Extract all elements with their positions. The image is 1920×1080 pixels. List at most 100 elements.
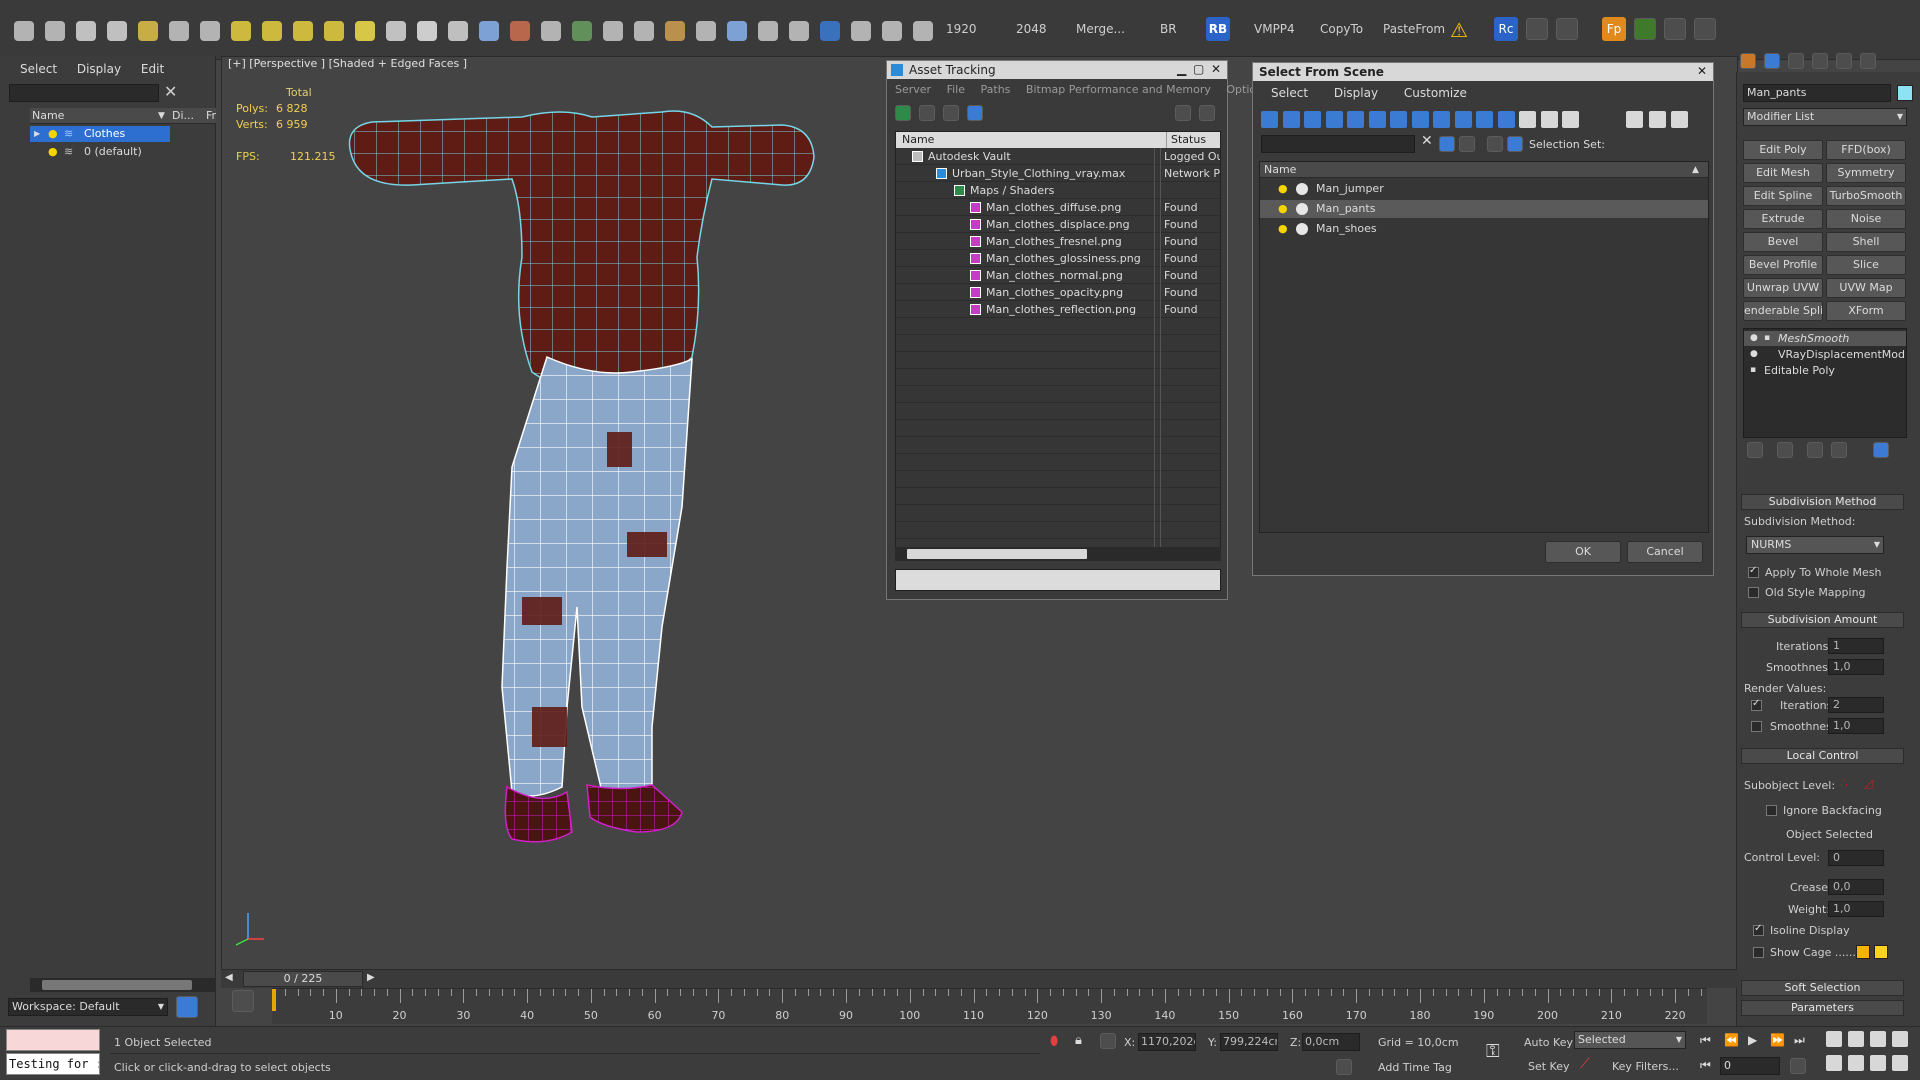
table-row[interactable]: Man_clothes_fresnel.png Found [896,233,1220,250]
tools-icon[interactable] [1526,18,1548,40]
modifier-button[interactable]: Bevel [1743,232,1823,252]
vmpp4-button[interactable]: VMPP4 [1254,22,1295,36]
refresh-icon[interactable] [895,105,911,121]
field-of-view-icon[interactable] [1826,1055,1842,1071]
angle-snap-icon[interactable] [448,21,468,41]
hierarchy-tab-icon[interactable] [1788,53,1804,69]
table-row[interactable]: Man_clothes_normal.png Found [896,267,1220,284]
clear-search-icon[interactable]: ✕ [164,82,177,101]
unlink-icon[interactable] [107,21,127,41]
zoom-all-icon[interactable] [1848,1031,1864,1047]
menu-server[interactable]: Server [895,83,931,96]
list2-icon[interactable] [1694,18,1716,40]
z-coord-field[interactable]: 0,0cm [1302,1033,1360,1051]
modifier-button[interactable]: Edit Spline [1743,186,1823,206]
stack-item-vraydisplacement[interactable]: ● VRayDisplacementMod [1744,347,1906,362]
scene-explorer-hscroll[interactable] [30,978,216,992]
maxscript-listener[interactable] [6,1029,100,1051]
table-row[interactable]: Man_clothes_displace.png Found [896,216,1220,233]
viewport-label[interactable]: [+] [Perspective ] [Shaded + Edged Faces… [228,57,467,70]
x-coord-field[interactable]: 1170,202cı [1138,1033,1196,1051]
menu-display[interactable]: Display [77,62,121,76]
curve-editor-icon[interactable] [232,990,254,1012]
light-bulb-icon[interactable]: ● [1750,347,1758,362]
undo-icon[interactable] [14,21,34,41]
expand-icon[interactable]: ▪ [1764,331,1770,346]
remove-modifier-icon[interactable] [1831,442,1847,458]
scale-icon[interactable] [355,21,375,41]
rb-button[interactable]: RB [1206,17,1230,41]
render-smoothness-checkbox[interactable] [1751,721,1762,732]
tools2-icon[interactable] [1664,18,1686,40]
render-icon[interactable] [851,21,871,41]
scene-item-clothes[interactable]: ▶ ● ≋ Clothes [30,126,170,142]
table-row[interactable]: Man_clothes_diffuse.png Found [896,199,1220,216]
absolute-mode-icon[interactable] [1100,1033,1116,1049]
tree-view-icon[interactable] [943,105,959,121]
zoom-extents-icon[interactable] [1870,1031,1886,1047]
layers-icon[interactable] [1487,136,1503,152]
modifier-button[interactable]: Slice [1826,255,1906,275]
coordinate-display-icon[interactable] [1336,1059,1352,1075]
iterations-spinner[interactable]: 1 [1828,638,1884,654]
next-frame-arrow-icon[interactable]: ▶ [367,972,375,983]
display-bones-icon[interactable] [1433,111,1450,128]
go-to-end-icon[interactable]: ⏭ [1794,1033,1805,1048]
menu-bitmap[interactable]: Bitmap Performance and Memory [1026,83,1211,96]
stack-item-meshsmooth[interactable]: ● ▪ MeshSmooth [1744,331,1906,346]
expand-arrow-icon[interactable]: ▶ [34,126,40,142]
modifier-button[interactable]: enderable Splir [1743,301,1823,321]
list-item[interactable]: ● Man_pants [1260,200,1708,218]
menu-customize[interactable]: Customize [1404,86,1467,100]
schematic-icon[interactable] [727,21,747,41]
y-coord-field[interactable]: 799,224cm [1220,1033,1278,1051]
show-cage-checkbox[interactable] [1753,947,1764,958]
graphite-icon[interactable] [665,21,685,41]
table-row[interactable]: Autodesk Vault Logged Out [896,148,1220,165]
old-style-mapping-checkbox[interactable] [1748,587,1759,598]
light-bulb-icon[interactable]: ● [48,126,58,142]
smoothness-spinner[interactable]: 1,0 [1828,659,1884,675]
pan-icon[interactable] [1848,1055,1864,1071]
trackbar[interactable]: 10 20 30 40 50 60 70 80 90 100 110 120 130 140 150 160 1… [272,988,1707,1024]
set-key-button[interactable]: Set Key [1528,1060,1570,1073]
menu-file[interactable]: File [947,83,965,96]
control-level-spinner[interactable]: 0 [1828,850,1884,866]
auto-key-button[interactable]: Auto Key [1524,1036,1573,1049]
light-bulb-icon[interactable]: ● [1278,200,1288,218]
asset-path-field[interactable] [895,569,1221,591]
layer-manager-icon[interactable] [176,996,198,1018]
go-to-start-icon[interactable]: ⏮ [1700,1033,1711,1048]
col-status[interactable]: Status [1166,132,1206,148]
settings-icon[interactable] [1199,105,1215,121]
asset-tracking-titlebar[interactable]: Asset Tracking ▁ ▢ ✕ [887,61,1227,79]
orbit-icon[interactable] [1870,1055,1886,1071]
invert-display-icon[interactable] [1562,111,1579,128]
display-none-icon[interactable] [1540,111,1558,128]
move-icon[interactable] [293,21,313,41]
key-mode-dropdown[interactable]: Selected ▼ [1574,1031,1686,1049]
expand-icon[interactable]: ▪ [1750,363,1756,378]
display-frozen-icon[interactable] [1476,111,1493,128]
sort-icon[interactable] [1649,111,1666,128]
rollout-local-control[interactable]: Local Control [1741,748,1904,764]
menu-edit[interactable]: Edit [141,62,164,76]
modifier-button[interactable]: FFD(box) [1826,140,1906,160]
lock-icon[interactable]: 🔒︎ [1075,1033,1082,1048]
table-row[interactable]: Man_clothes_opacity.png Found [896,284,1220,301]
fp-button[interactable]: Fp [1602,17,1626,41]
time-slider-thumb[interactable]: 0 / 225 [243,971,363,987]
modifier-button[interactable]: XForm [1826,301,1906,321]
pastefrom-button[interactable]: PasteFrom [1383,22,1445,36]
isoline-display-checkbox[interactable] [1753,923,1764,936]
spinner-snap-icon[interactable] [510,21,530,41]
weight-spinner[interactable]: 1,0 [1828,901,1884,917]
modifier-button[interactable]: UVW Map [1826,278,1906,298]
modifier-button[interactable]: Bevel Profile [1743,255,1823,275]
curve-icon[interactable] [696,21,716,41]
display-xrefs-icon[interactable] [1411,111,1429,128]
ignore-backfacing-checkbox[interactable] [1766,805,1777,816]
maximize-viewport-icon[interactable] [1892,1055,1908,1071]
menu-select[interactable]: Select [20,62,57,76]
light-bulb-icon[interactable]: ● [48,144,58,160]
